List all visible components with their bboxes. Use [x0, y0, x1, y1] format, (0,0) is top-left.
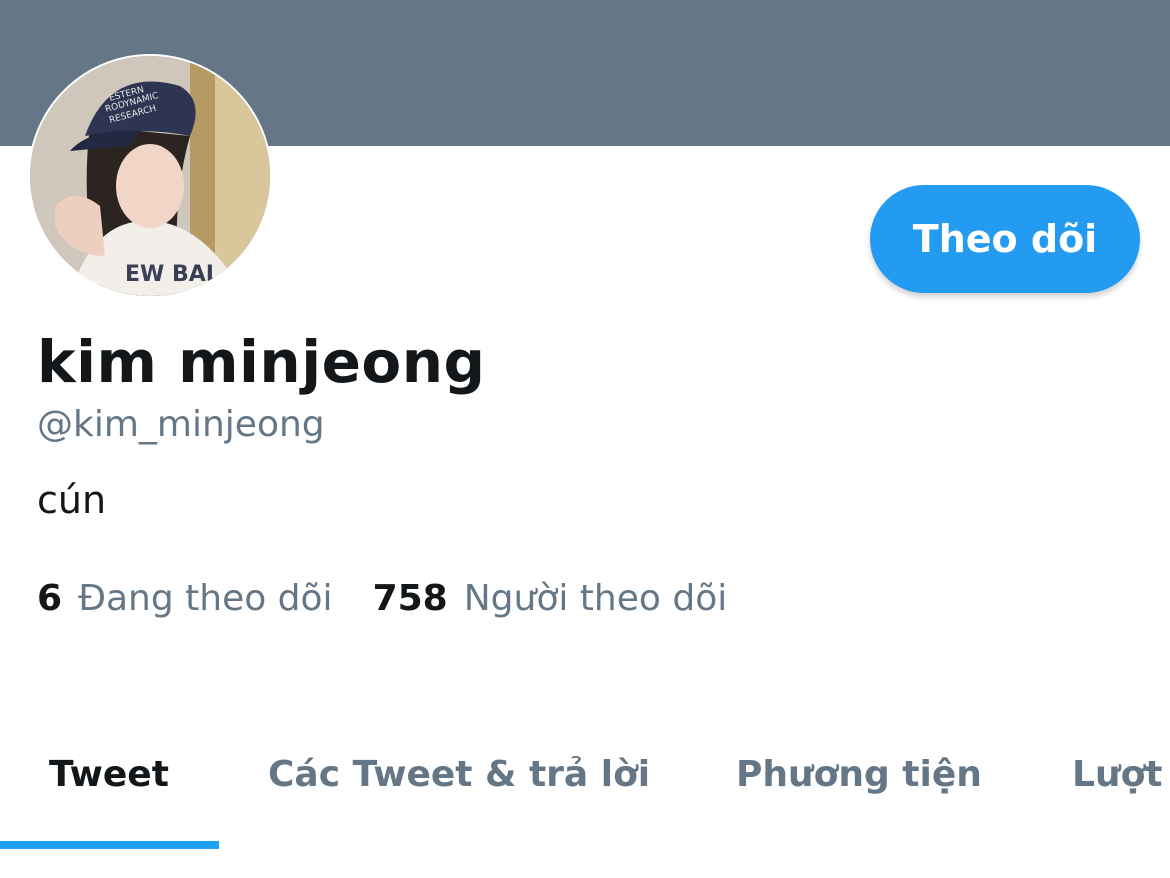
following-stat[interactable]: 6 Đang theo dõi	[37, 578, 333, 619]
tab-media[interactable]: Phương tiện	[736, 754, 982, 795]
tab-tweets[interactable]: Tweet	[49, 754, 169, 795]
tab-tweets-and-replies[interactable]: Các Tweet & trả lời	[268, 754, 650, 795]
profile-bio: cún	[37, 478, 107, 522]
user-handle: @kim_minjeong	[37, 404, 325, 445]
tab-likes[interactable]: Lượt	[1072, 754, 1163, 795]
following-count: 6	[37, 578, 63, 619]
active-tab-indicator	[0, 841, 219, 849]
followers-count: 758	[372, 578, 448, 619]
avatar-photo-icon: EW BAL ESTERN RODYNAMIC RESEARCH	[30, 56, 270, 296]
profile-stats: 6 Đang theo dõi 758 Người theo dõi	[37, 578, 767, 619]
profile-avatar[interactable]: EW BAL ESTERN RODYNAMIC RESEARCH	[28, 54, 272, 298]
followers-label: Người theo dõi	[463, 578, 728, 619]
profile-page: EW BAL ESTERN RODYNAMIC RESEARCH Theo dõ…	[0, 0, 1170, 878]
display-name: kim minjeong	[37, 328, 486, 396]
follow-button[interactable]: Theo dõi	[870, 185, 1140, 293]
following-label: Đang theo dõi	[78, 578, 333, 619]
followers-stat[interactable]: 758 Người theo dõi	[373, 578, 728, 619]
profile-tabs: Tweet Các Tweet & trả lời Phương tiện Lư…	[0, 740, 1170, 850]
svg-text:EW BAL: EW BAL	[125, 262, 220, 287]
